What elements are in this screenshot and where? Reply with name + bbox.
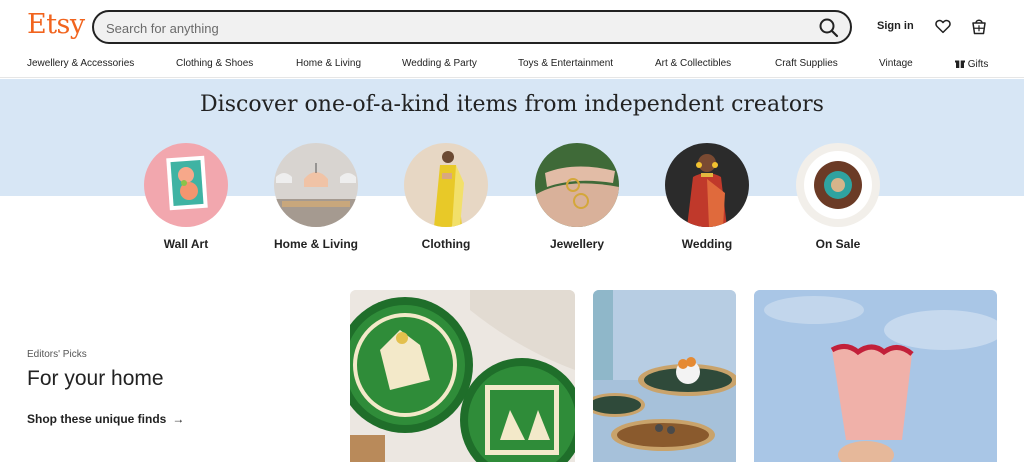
- clothing-image: [404, 143, 488, 227]
- etsy-logo[interactable]: Etsy: [27, 9, 85, 40]
- gift-icon: [955, 60, 965, 68]
- editors-picks-eyebrow: Editors' Picks: [27, 349, 87, 360]
- search-button[interactable]: [816, 15, 842, 41]
- search-bar: [92, 10, 852, 44]
- nav-item-toys[interactable]: Toys & Entertainment: [518, 58, 613, 69]
- category-clothing[interactable]: Clothing: [401, 143, 491, 251]
- wedding-image: [665, 143, 749, 227]
- category-label: Jewellery: [549, 237, 605, 251]
- product-image-plates[interactable]: [350, 290, 575, 462]
- home-living-image: [274, 143, 358, 227]
- category-wall-art[interactable]: Wall Art: [141, 143, 231, 251]
- nav-item-art[interactable]: Art & Collectibles: [655, 58, 731, 69]
- nav-item-wedding[interactable]: Wedding & Party: [402, 58, 477, 69]
- nav-item-clothing[interactable]: Clothing & Shoes: [176, 58, 253, 69]
- wall-art-image: [144, 143, 228, 227]
- search-icon: [819, 18, 839, 38]
- category-label: Wedding: [681, 237, 733, 251]
- on-sale-image: [796, 143, 880, 227]
- product-image-trays[interactable]: [593, 290, 736, 462]
- category-on-sale[interactable]: On Sale: [793, 143, 883, 251]
- category-label: Clothing: [421, 237, 471, 251]
- nav-item-jewellery[interactable]: Jewellery & Accessories: [27, 58, 134, 69]
- category-nav: Jewellery & Accessories Clothing & Shoes…: [0, 54, 1024, 78]
- category-wedding[interactable]: Wedding: [662, 143, 752, 251]
- cart-basket-icon[interactable]: [970, 16, 988, 36]
- category-home-living[interactable]: Home & Living: [271, 143, 361, 251]
- category-label: Home & Living: [273, 237, 358, 251]
- header: Etsy Sign in: [0, 0, 1024, 54]
- nav-item-gifts[interactable]: Gifts: [955, 58, 988, 70]
- category-jewellery[interactable]: Jewellery: [532, 143, 622, 251]
- product-image-planter[interactable]: [754, 290, 997, 462]
- category-label: On Sale: [815, 237, 861, 251]
- gifts-label: Gifts: [967, 59, 989, 70]
- nav-item-home[interactable]: Home & Living: [296, 58, 361, 69]
- editors-picks-title: For your home: [27, 367, 164, 390]
- shop-unique-finds-link[interactable]: Shop these unique finds →: [27, 412, 184, 426]
- sign-in-link[interactable]: Sign in: [877, 20, 914, 32]
- search-input[interactable]: [106, 18, 786, 38]
- category-label: Wall Art: [163, 237, 209, 251]
- arrow-right-icon: →: [172, 412, 185, 426]
- nav-item-craft[interactable]: Craft Supplies: [775, 58, 838, 69]
- jewellery-image: [535, 143, 619, 227]
- shop-link-label: Shop these unique finds: [27, 412, 167, 426]
- hero-title: Discover one-of-a-kind items from indepe…: [200, 92, 824, 117]
- favorites-heart-icon[interactable]: [934, 17, 952, 35]
- nav-item-vintage[interactable]: Vintage: [879, 58, 913, 69]
